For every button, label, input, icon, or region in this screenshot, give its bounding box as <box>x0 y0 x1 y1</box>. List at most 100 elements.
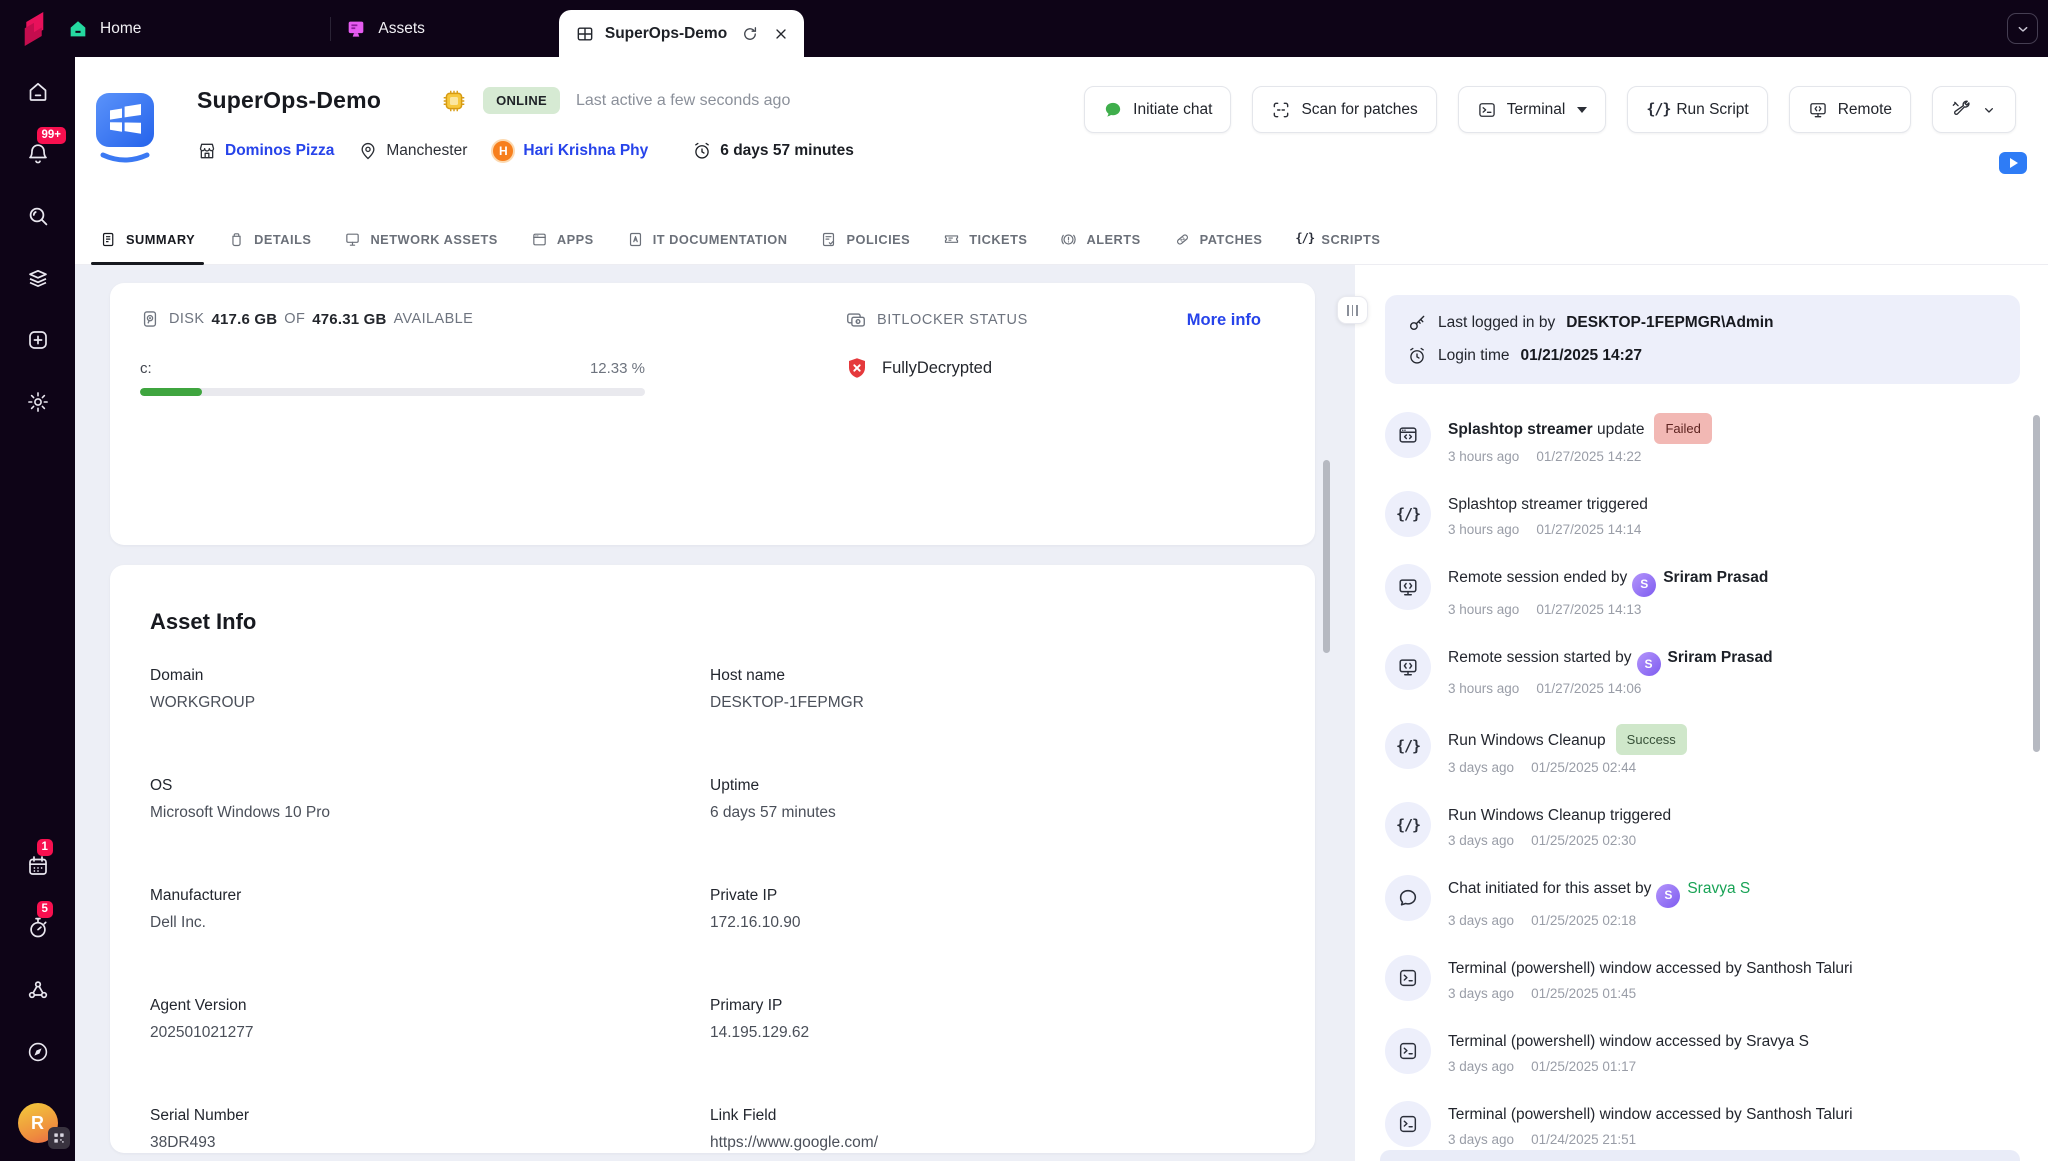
app-window-icon <box>1397 424 1419 446</box>
activity-item[interactable]: Remote session ended by S Sriram Prasad 3 h… <box>1385 564 2020 617</box>
activity-title: Terminal (powershell) window accessed by… <box>1448 1029 1809 1054</box>
asset-field-primary-ip: Primary IP 14.195.129.62 <box>710 997 1275 1107</box>
tab-policies[interactable]: POLICIES <box>817 215 913 264</box>
tab-details[interactable]: DETAILS <box>225 215 314 264</box>
more-info-link[interactable]: More info <box>1187 311 1261 330</box>
activity-text: Run Windows Cleanup <box>1448 732 1606 749</box>
activity-item[interactable]: Chat initiated for this asset by S Sravya … <box>1385 875 2020 928</box>
sidebar-item-create[interactable] <box>17 319 59 361</box>
remote-icon <box>1397 656 1419 678</box>
asset-field-serial-number: Serial Number 38DR493 <box>150 1107 710 1153</box>
activity-scrollbar-thumb[interactable] <box>2033 415 2040 752</box>
refresh-icon[interactable] <box>741 25 759 43</box>
sidebar-item-timer[interactable]: 5 <box>17 901 59 949</box>
login-time-row: Login time 01/21/2025 14:27 <box>1407 346 1998 366</box>
topbar-tab-superops-demo[interactable]: SuperOps-Demo <box>558 10 804 57</box>
activity-text: Splashtop streamer triggered <box>1448 496 1648 513</box>
chevron-down-icon <box>2015 21 2031 37</box>
sidebar-item-notifications[interactable]: 99+ <box>17 127 67 175</box>
panel-drag-handle[interactable] <box>1337 296 1368 324</box>
activity-item[interactable]: {/} Run Windows Cleanup triggered 3 days a… <box>1385 802 2020 848</box>
field-label: OS <box>150 777 173 794</box>
main-scrollbar-thumb[interactable] <box>1323 460 1330 653</box>
key-icon <box>1407 313 1427 333</box>
technician-name[interactable]: Sravya S <box>1687 880 1750 897</box>
activity-item[interactable]: {/} Run Windows Cleanup Success 3 days ago 0… <box>1385 723 2020 775</box>
tab-label: SCRIPTS <box>1321 232 1381 247</box>
bitlocker-status-value: FullyDecrypted <box>882 358 993 377</box>
qr-code-icon <box>52 1131 66 1145</box>
page-title: SuperOps-Demo <box>197 87 382 113</box>
tab-network-icon <box>344 231 361 248</box>
topbar-tab-assets[interactable]: Assets <box>345 0 425 57</box>
tools-button[interactable] <box>1932 86 2016 133</box>
sidebar-item-calendar[interactable]: 1 <box>17 839 59 887</box>
activity-item[interactable]: Splashtop streamer update Failed 3 hours a… <box>1385 412 2020 464</box>
disk-section: DISK 417.6 GB OF 476.31 GB AVAILABLE c: … <box>140 309 645 519</box>
sidebar-item-home[interactable] <box>17 71 59 113</box>
activity-item[interactable]: Terminal (powershell) window accessed by… <box>1385 1027 2020 1074</box>
tab-patches[interactable]: PATCHES <box>1171 215 1266 264</box>
topbar-tab-home[interactable]: Home <box>67 0 141 57</box>
initiate-chat-button[interactable]: Initiate chat <box>1084 86 1232 133</box>
status-badge: ONLINE <box>483 87 560 114</box>
close-tab-icon[interactable] <box>773 26 789 42</box>
tab-it-documentation[interactable]: IT DOCUMENTATION <box>624 215 791 264</box>
scan-qr-badge[interactable] <box>47 1127 70 1149</box>
chat-icon <box>1397 887 1419 909</box>
drive-percent: 12.33 % <box>589 360 645 377</box>
tab-apps[interactable]: APPS <box>528 215 597 264</box>
sidebar-item-search[interactable] <box>17 195 59 237</box>
field-label: Primary IP <box>710 997 783 1014</box>
window-collapse-button[interactable] <box>2007 13 2038 44</box>
activity-meta: 3 hours ago 01/27/2025 14:06 <box>1448 681 1773 696</box>
sidebar-bottom-group: 1 5 R <box>17 839 70 1149</box>
sidebar-item-settings[interactable] <box>17 381 59 423</box>
activity-chat-icon <box>1385 875 1431 921</box>
activity-item[interactable]: {/} Splashtop streamer triggered 3 hours a… <box>1385 491 2020 537</box>
sidebar-item-integrations[interactable] <box>17 969 59 1011</box>
notifications-icon <box>26 142 50 166</box>
scan-for-patches-button[interactable]: Scan for patches <box>1252 86 1437 133</box>
tab-network-assets[interactable]: NETWORK ASSETS <box>341 215 500 264</box>
tab-tickets[interactable]: TICKETS <box>940 215 1030 264</box>
activity-item[interactable]: Terminal (powershell) window accessed by… <box>1385 954 2020 1001</box>
terminal-button[interactable]: Terminal <box>1457 86 1607 133</box>
activity-body: Splashtop streamer triggered 3 hours ago 0… <box>1448 491 1648 537</box>
field-label: Agent Version <box>150 997 247 1014</box>
tab-alerts[interactable]: ALERTS <box>1057 215 1143 264</box>
activity-body: Remote session ended by S Sriram Prasad 3 h… <box>1448 564 1768 617</box>
tab-scripts[interactable]: {/} SCRIPTS <box>1292 215 1383 264</box>
site-label[interactable]: Manchester <box>386 142 467 160</box>
run-script-button[interactable]: {/} Run Script <box>1627 86 1768 133</box>
activity-item[interactable]: Remote session started by S Sriram Prasad 3… <box>1385 643 2020 696</box>
activity-item[interactable]: Terminal (powershell) window accessed by… <box>1385 1100 2020 1147</box>
uptime-value: 6 days 57 minutes <box>720 142 854 159</box>
contact-link[interactable]: Hari Krishna Phy <box>523 142 648 160</box>
button-label: Terminal <box>1506 100 1566 118</box>
activity-body: Terminal (powershell) window accessed by… <box>1448 1101 1853 1147</box>
sidebar-item-explore[interactable] <box>17 1031 59 1073</box>
terminal-icon <box>1397 967 1419 989</box>
notification-badge: 1 <box>36 839 53 857</box>
field-value: 6 days 57 minutes <box>710 804 836 821</box>
video-play-button[interactable] <box>1999 152 2027 174</box>
remote-button[interactable]: Remote <box>1788 86 1911 133</box>
absolute-time: 01/24/2025 21:51 <box>1531 1131 1637 1147</box>
technician-name[interactable]: Sriram Prasad <box>1663 569 1768 586</box>
sidebar-item-asset-stack[interactable] <box>17 257 59 299</box>
disk-bitlocker-card: DISK 417.6 GB OF 476.31 GB AVAILABLE c: … <box>110 283 1315 545</box>
absolute-time: 01/25/2025 01:45 <box>1531 985 1637 1001</box>
activity-text: Terminal (powershell) window accessed by… <box>1448 1032 1809 1050</box>
tab-summary[interactable]: SUMMARY <box>90 215 205 265</box>
field-label: Manufacturer <box>150 887 242 904</box>
drive-letter: c: <box>140 360 152 377</box>
field-label: Uptime <box>710 777 760 794</box>
technician-name[interactable]: Sriram Prasad <box>1668 649 1773 666</box>
client-link[interactable]: Dominos Pizza <box>225 142 334 160</box>
user-avatar[interactable]: R <box>17 1103 70 1149</box>
activity-title: Run Windows Cleanup triggered <box>1448 803 1671 828</box>
action-buttons: Initiate chat Scan for patches Terminal {/}… <box>1084 86 2016 133</box>
superops-logo-icon[interactable] <box>15 9 59 49</box>
caret-down-icon <box>1577 106 1588 113</box>
